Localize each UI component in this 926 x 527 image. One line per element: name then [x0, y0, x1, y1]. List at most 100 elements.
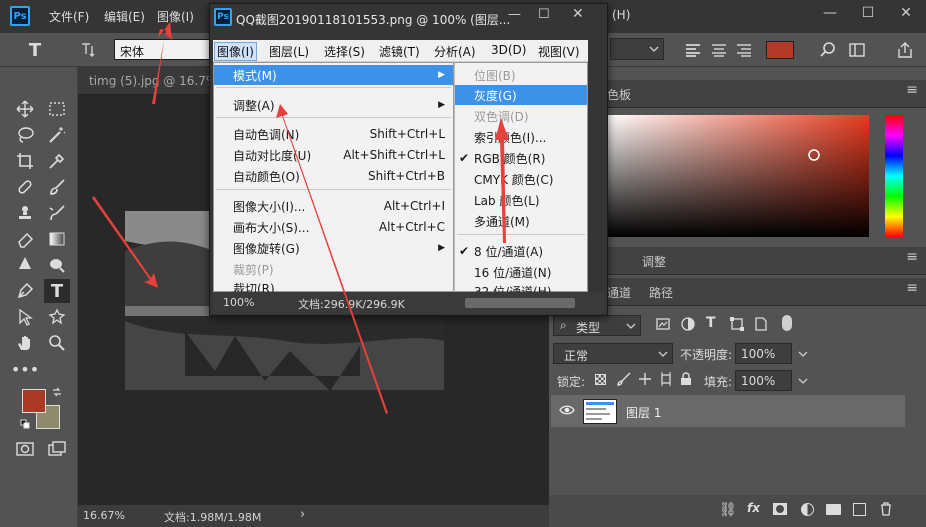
- mode-8bit[interactable]: ✔ 8 位/通道(A): [455, 241, 587, 261]
- menu-edit[interactable]: 编辑(E): [104, 8, 145, 25]
- quick-mask-icon[interactable]: [12, 437, 38, 461]
- fill-field[interactable]: 100%: [735, 370, 808, 391]
- tab-adjustments[interactable]: 调整: [642, 253, 666, 270]
- lock-transparency-icon[interactable]: [595, 374, 606, 385]
- eraser-tool-icon[interactable]: [12, 227, 38, 251]
- mode-cmyk[interactable]: CMYK 颜色(C): [455, 169, 587, 189]
- qq-menu-image[interactable]: 图像(I): [214, 42, 257, 61]
- tab-swatches[interactable]: 色板: [607, 86, 631, 103]
- marquee-tool-icon[interactable]: [44, 97, 70, 121]
- fx-icon[interactable]: fx: [747, 501, 760, 515]
- menu-image[interactable]: 图像(I): [157, 8, 194, 25]
- qq-menu-select[interactable]: 选择(S): [324, 43, 365, 60]
- share-icon[interactable]: [892, 38, 918, 62]
- layer-name[interactable]: 图层 1: [626, 404, 661, 421]
- workspace-icon[interactable]: [845, 38, 871, 62]
- align-center-icon[interactable]: [706, 38, 732, 62]
- default-colors-icon[interactable]: [20, 419, 30, 429]
- text-color-swatch[interactable]: [766, 41, 794, 59]
- menu-item-trim[interactable]: 裁切(R): [214, 280, 453, 292]
- menu-item-canvas-size[interactable]: 画布大小(S)... Alt+Ctrl+C: [214, 217, 453, 237]
- maximize-button[interactable]: ☐: [849, 0, 887, 26]
- lock-artboard-icon[interactable]: [659, 372, 673, 386]
- tab-paths[interactable]: 路径: [649, 284, 673, 301]
- visibility-eye-icon[interactable]: [559, 404, 575, 416]
- qq-menu-filter[interactable]: 滤镜(T): [379, 43, 420, 60]
- text-orientation-icon[interactable]: [76, 38, 102, 62]
- hue-slider[interactable]: [885, 115, 903, 237]
- magic-wand-icon[interactable]: [44, 123, 70, 147]
- dodge-tool-icon[interactable]: [44, 253, 70, 277]
- menu-item-mode[interactable]: 模式(M) ▶: [214, 65, 453, 85]
- floating-zoom-level[interactable]: 100%: [223, 296, 254, 309]
- gradient-tool-icon[interactable]: [44, 227, 70, 251]
- crop-tool-icon[interactable]: [12, 149, 38, 173]
- screen-mode-icon[interactable]: [44, 437, 70, 461]
- status-menu-arrow[interactable]: ›: [300, 507, 305, 522]
- panel-menu-icon[interactable]: ≡: [906, 82, 918, 98]
- horizontal-scrollbar[interactable]: [465, 298, 575, 308]
- menu-item-image-size[interactable]: 图像大小(I)... Alt+Ctrl+I: [214, 196, 453, 216]
- clone-stamp-icon[interactable]: [12, 201, 38, 225]
- tab-channels[interactable]: 通道: [607, 284, 631, 301]
- opacity-field[interactable]: 100%: [735, 343, 808, 364]
- mode-rgb[interactable]: ✔ RGB 颜色(R): [455, 148, 587, 168]
- menu-item-auto-color[interactable]: 自动颜色(O) Shift+Ctrl+B: [214, 166, 453, 186]
- menu-help[interactable]: (H): [612, 8, 630, 22]
- blur-tool-icon[interactable]: [12, 253, 38, 277]
- menu-item-adjustments[interactable]: 调整(A) ▶: [214, 95, 453, 115]
- trash-icon[interactable]: [880, 502, 892, 516]
- hand-tool-icon[interactable]: [12, 331, 38, 355]
- lock-pixels-icon[interactable]: [617, 372, 631, 386]
- lock-all-icon[interactable]: [680, 372, 692, 386]
- lasso-tool-icon[interactable]: [12, 123, 38, 147]
- panel-menu-icon[interactable]: ≡: [906, 280, 918, 296]
- menu-item-auto-contrast[interactable]: 自动对比度(U) Alt+Shift+Ctrl+L: [214, 145, 453, 165]
- mode-grayscale[interactable]: 灰度(G): [455, 85, 587, 105]
- filter-smartobject-icon[interactable]: [754, 317, 768, 331]
- minimize-button[interactable]: —: [811, 0, 849, 26]
- layer-row[interactable]: 图层 1: [551, 395, 905, 427]
- align-left-icon[interactable]: [680, 38, 706, 62]
- group-icon[interactable]: [826, 504, 841, 515]
- adjustment-icon[interactable]: [801, 503, 814, 516]
- swap-colors-icon[interactable]: [52, 387, 62, 397]
- filter-adjustment-icon[interactable]: [681, 317, 695, 331]
- lock-position-icon[interactable]: [638, 372, 652, 386]
- qq-menu-3d[interactable]: 3D(D): [491, 43, 526, 57]
- menu-item-auto-tone[interactable]: 自动色调(N) Shift+Ctrl+L: [214, 124, 453, 144]
- mask-icon[interactable]: [773, 503, 787, 515]
- mode-32bit[interactable]: 32 位/通道(H): [455, 283, 587, 292]
- new-layer-icon[interactable]: [853, 503, 866, 516]
- mode-16bit[interactable]: 16 位/通道(N): [455, 262, 587, 282]
- history-brush-icon[interactable]: [44, 201, 70, 225]
- search-icon[interactable]: [815, 38, 841, 62]
- filter-pixel-icon[interactable]: [656, 317, 670, 331]
- brush-tool-icon[interactable]: [44, 175, 70, 199]
- panel-menu-icon[interactable]: ≡: [906, 249, 918, 265]
- mode-lab[interactable]: Lab 颜色(L): [455, 190, 587, 210]
- type-tool-icon[interactable]: T: [44, 279, 70, 303]
- qq-menu-view[interactable]: 视图(V): [538, 43, 580, 60]
- link-icon[interactable]: ⛓: [719, 502, 737, 518]
- maximize-button[interactable]: ☐: [538, 7, 550, 22]
- path-selection-icon[interactable]: [12, 305, 38, 329]
- filter-toggle[interactable]: [782, 315, 792, 331]
- filter-type-icon[interactable]: T: [706, 315, 716, 331]
- mode-multichannel[interactable]: 多通道(M): [455, 211, 587, 231]
- custom-shape-icon[interactable]: [44, 305, 70, 329]
- blend-mode-dropdown[interactable]: 正常: [553, 343, 673, 364]
- qq-menu-analysis[interactable]: 分析(A): [434, 43, 476, 60]
- eyedropper-icon[interactable]: [44, 149, 70, 173]
- font-family-field[interactable]: 宋体: [114, 39, 214, 60]
- qq-menu-layer[interactable]: 图层(L): [269, 43, 309, 60]
- foreground-color-swatch[interactable]: [22, 389, 46, 413]
- text-tool-icon[interactable]: T: [22, 38, 48, 62]
- more-tools-icon[interactable]: •••: [11, 357, 39, 381]
- close-button[interactable]: ✕: [572, 6, 584, 22]
- antialias-dropdown[interactable]: [610, 38, 664, 60]
- minimize-button[interactable]: —: [508, 7, 521, 22]
- layer-filter-dropdown[interactable]: ⌕ 类型: [553, 315, 641, 336]
- mode-indexed-color[interactable]: 索引颜色(I)...: [455, 127, 587, 147]
- zoom-level[interactable]: 16.67%: [83, 509, 125, 522]
